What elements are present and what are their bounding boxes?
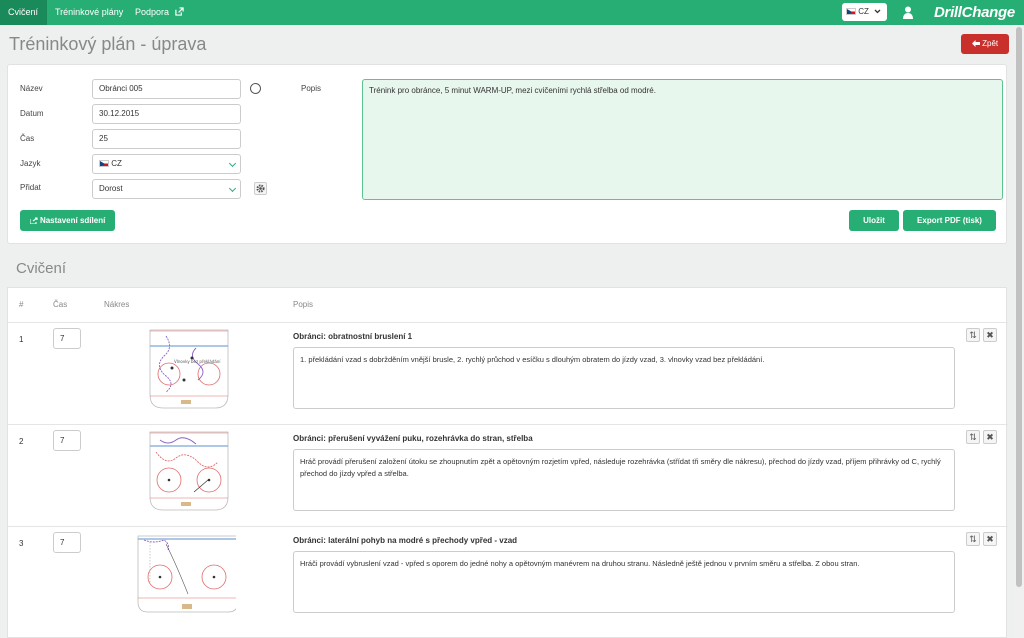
row-description[interactable]: Hráči provádí vybruslení vzad - vpřed s … [293, 551, 955, 613]
row-title: Obránci: laterální pohyb na modré s přec… [293, 536, 518, 545]
row-title: Obránci: přerušení vyvážení puku, rozehr… [293, 434, 533, 443]
row-title: Obránci: obratnostní bruslení 1 [293, 332, 413, 341]
date-label: Datum [20, 109, 44, 118]
drill-drawing-text: Vlnovky bez překládání [174, 359, 221, 364]
language-field-label: Jazyk [20, 159, 41, 168]
language-select-value: CZ [111, 159, 122, 168]
add-label: Přidat [20, 183, 41, 192]
share-settings-button[interactable]: Nastavení sdílení [20, 210, 115, 231]
arrow-left-icon [971, 40, 980, 47]
scrollbar-thumb[interactable] [1016, 27, 1022, 587]
circle-icon[interactable] [250, 83, 261, 94]
nav-cviceni[interactable]: Cvičení [0, 0, 47, 25]
time-input[interactable]: 25 [92, 129, 241, 149]
brand-logo[interactable]: DrillChange [934, 4, 1015, 21]
chevron-down-icon [874, 9, 881, 14]
export-pdf-button[interactable]: Export PDF (tisk) [903, 210, 996, 231]
row-description[interactable]: 1. překládání vzad s dobržděním vnější b… [293, 347, 955, 409]
col-number-header: # [19, 300, 24, 309]
nav-podpora[interactable]: Podpora [127, 0, 192, 25]
row-description[interactable]: Hráč provádí přerušení založení útoku se… [293, 449, 955, 511]
add-select-value: Dorost [99, 184, 123, 193]
table-row: 3 7 Obránci: laterální pohyb na modré s … [8, 526, 1008, 628]
time-label: Čas [20, 134, 35, 143]
exercises-table: # Čas Nákres Popis 1 7 Vlnovky bez překl… [7, 287, 1008, 638]
reorder-icon[interactable]: ⇅ [966, 532, 980, 546]
close-icon[interactable]: ✖ [983, 430, 997, 444]
col-description-header: Popis [293, 300, 314, 309]
name-input[interactable]: Obránci 005 [92, 79, 241, 99]
language-label: CZ [858, 7, 869, 16]
chevron-down-icon [228, 159, 237, 168]
external-link-icon [174, 7, 184, 16]
back-button-label: Zpět [982, 39, 999, 48]
top-navbar: Cvičení Tréninkové plány Podpora CZ Dril… [0, 0, 1024, 25]
description-label: Popis [301, 84, 322, 93]
close-icon[interactable]: ✖ [983, 532, 997, 546]
row-number: 3 [19, 539, 24, 548]
save-button[interactable]: Uložit [849, 210, 899, 231]
description-textarea[interactable]: Trénink pro obránce, 5 minut WARM-UP, me… [362, 79, 1003, 200]
date-input[interactable]: 30.12.2015 [92, 104, 241, 124]
page-title: Tréninkový plán - úprava [9, 34, 207, 54]
nav-cviceni-label: Cvičení [8, 7, 39, 17]
drill-drawing[interactable] [136, 532, 236, 614]
plan-form-panel: Název Obránci 005 Datum 30.12.2015 Čas 2… [7, 64, 1007, 244]
nav-podpora-label: Podpora [135, 7, 170, 17]
user-icon[interactable] [903, 6, 913, 19]
col-drawing-header: Nákres [104, 300, 130, 309]
row-number: 2 [19, 437, 24, 446]
row-time-input[interactable]: 7 [53, 532, 81, 553]
reorder-icon[interactable]: ⇅ [966, 430, 980, 444]
chevron-down-icon [228, 184, 237, 193]
col-time-header: Čas [53, 300, 68, 309]
row-time-input[interactable]: 7 [53, 430, 81, 451]
cz-flag-icon [846, 8, 856, 15]
language-select[interactable]: CZ [92, 154, 241, 174]
cz-flag-icon [99, 160, 109, 167]
share-icon [29, 217, 38, 225]
row-number: 1 [19, 335, 24, 344]
close-icon[interactable]: ✖ [983, 328, 997, 342]
row-time-input[interactable]: 7 [53, 328, 81, 349]
table-row: 1 7 Vlnovky bez překládání Obránci: obra… [8, 322, 1008, 424]
language-selector[interactable]: CZ [842, 3, 887, 21]
gear-icon[interactable] [254, 182, 267, 195]
table-row: 2 7 Obránci: přerušení vyvážení puku, ro… [8, 424, 1008, 526]
exercises-title: Cvičení [16, 260, 67, 277]
name-label: Název [20, 84, 43, 93]
reorder-icon[interactable]: ⇅ [966, 328, 980, 342]
back-button[interactable]: Zpět [961, 34, 1009, 54]
nav-treninkove-plany[interactable]: Tréninkové plány [47, 0, 131, 25]
drill-drawing[interactable]: Vlnovky bez překládání [136, 328, 236, 410]
drill-drawing[interactable] [136, 430, 236, 512]
nav-plans-label: Tréninkové plány [55, 7, 124, 17]
add-select[interactable]: Dorost [92, 179, 241, 199]
share-settings-label: Nastavení sdílení [39, 216, 106, 225]
